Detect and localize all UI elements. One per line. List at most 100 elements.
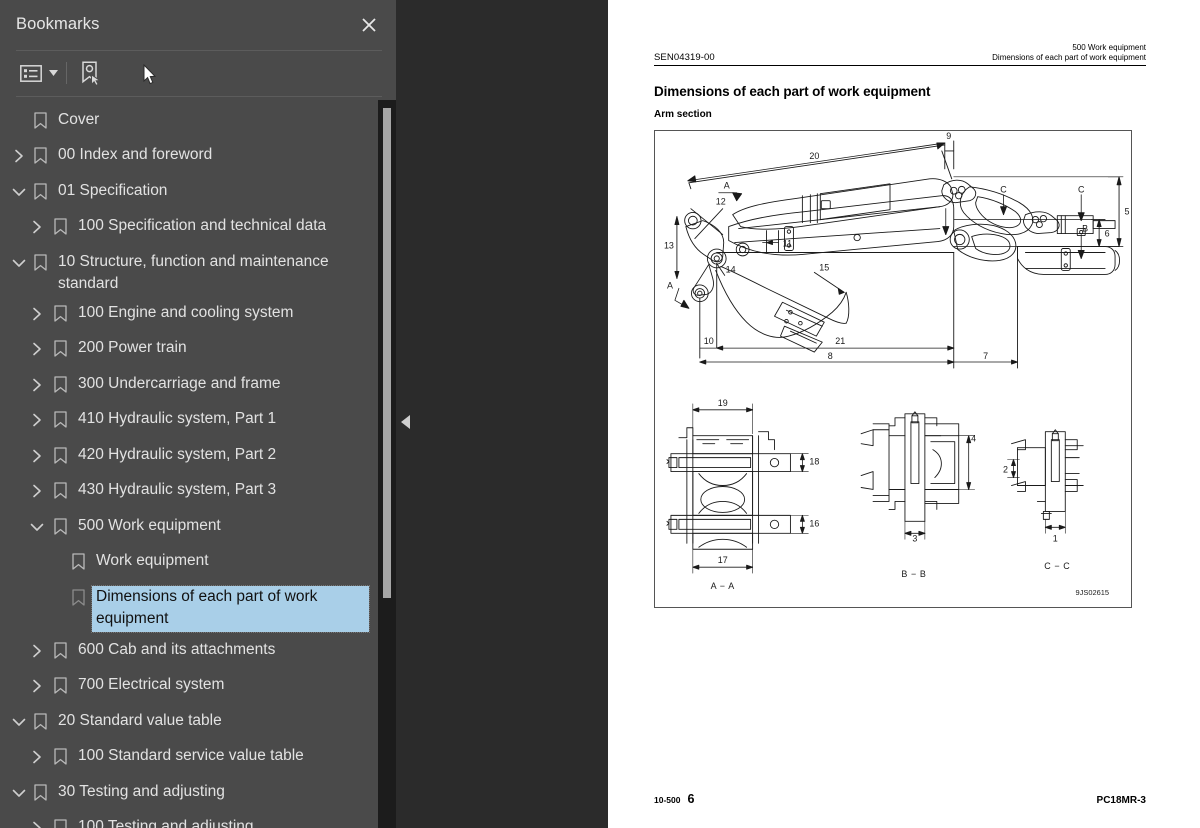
page-content: SEN04319-00 500 Work equipment Dimension… [654,40,1146,608]
chevron-down-icon[interactable] [46,60,60,86]
bookmark-item-label: 100 Specification and technical data [78,217,327,235]
page-footer: 10-500 6 PC18MR-3 [654,792,1146,806]
bookmark-item-label: 410 Hydraulic system, Part 1 [78,410,277,428]
section-label-bb: B − B [901,569,926,579]
chevron-down-icon[interactable] [29,519,45,535]
viewer-left-gutter [396,0,608,828]
callout-2: 2 [1003,465,1008,475]
bookmarks-tree[interactable]: Cover 00 Index and foreword 01 Specificati… [0,97,396,828]
page-title: Dimensions of each part of work equipmen… [654,84,931,99]
bookmark-item-label: 430 Hydraulic system, Part 3 [78,481,277,499]
bookmark-icon [54,447,68,465]
chevron-right-icon[interactable] [29,820,45,828]
bookmark-item-label: 100 Engine and cooling system [78,303,294,321]
chevron-right-icon[interactable] [11,148,27,164]
list-options-icon[interactable] [16,60,46,86]
bookmark-icon [34,112,48,130]
bookmark-item[interactable]: 100 Specification and technical data [0,208,396,244]
bookmarks-panel-header: Bookmarks [0,0,396,50]
bookmark-item[interactable]: Work equipment [0,543,396,579]
bookmarks-panel-title: Bookmarks [16,15,100,34]
chevron-right-icon[interactable] [29,377,45,393]
bookmarks-scrollbar-track[interactable] [378,100,396,828]
callout-9: 9 [946,131,951,141]
bookmark-icon [34,183,48,201]
bookmark-item-label: 700 Electrical system [78,676,225,694]
bookmarks-scrollbar-thumb[interactable] [383,108,391,598]
chevron-right-icon[interactable] [29,412,45,428]
section-label-cc: C − C [1044,561,1070,571]
bookmark-icon [54,411,68,429]
bookmark-item-label: 20 Standard value table [58,711,222,729]
chevron-right-icon[interactable] [29,448,45,464]
bookmark-item[interactable]: 430 Hydraulic system, Part 3 [0,472,396,508]
figure-id: 9JS02615 [1076,588,1110,597]
pdf-reader-window: Bookmarks Cover 00 Index and foreword 01… [0,0,1200,828]
bookmark-item[interactable]: Cover [0,102,396,138]
bookmark-item[interactable]: 200 Power train [0,330,396,366]
close-icon[interactable] [356,12,382,38]
bookmark-item-label: 30 Testing and adjusting [58,782,225,800]
bookmark-item-label: 500 Work equipment [78,516,221,534]
bookmark-item[interactable]: 100 Engine and cooling system [0,295,396,331]
bookmark-icon [54,748,68,766]
bookmark-item[interactable]: 10 Structure, function and maintenance s… [0,244,396,295]
chevron-right-icon[interactable] [29,306,45,322]
bookmark-item[interactable]: 100 Testing and adjusting [0,809,396,828]
footer-section-number: 10-500 [654,795,681,805]
callout-1: 1 [1053,533,1058,543]
chevron-right-icon[interactable] [29,643,45,659]
chevron-right-icon[interactable] [29,341,45,357]
bookmark-item-label: 01 Specification [58,181,168,199]
bookmark-item-label: 300 Undercarriage and frame [78,374,281,392]
callout-6: 6 [1105,229,1110,239]
bookmark-icon [54,305,68,323]
bookmark-item[interactable]: 20 Standard value table [0,703,396,739]
bookmark-icon [54,218,68,236]
chevron-right-icon[interactable] [29,219,45,235]
collapse-left-arrow-icon[interactable] [398,413,414,431]
footer-page-number: 6 [687,792,695,806]
bookmark-item[interactable]: 700 Electrical system [0,667,396,703]
bookmark-icon [34,147,48,165]
bookmark-icon [54,340,68,358]
bookmark-item[interactable]: 410 Hydraulic system, Part 1 [0,401,396,437]
bookmark-item[interactable]: 100 Standard service value table [0,738,396,774]
bookmark-item[interactable]: 01 Specification [0,173,396,209]
chevron-down-icon[interactable] [11,184,27,200]
bookmark-item[interactable]: 420 Hydraulic system, Part 2 [0,437,396,473]
chevron-down-icon[interactable] [11,785,27,801]
new-bookmark-icon[interactable] [76,59,106,87]
callout-19: 19 [718,398,728,408]
callout-11: 11 [783,239,792,249]
document-viewer[interactable]: SEN04319-00 500 Work equipment Dimension… [608,0,1200,828]
bookmark-item[interactable]: 500 Work equipment [0,508,396,544]
callout-21: 21 [835,336,845,346]
callout-3: 3 [912,533,917,543]
callout-5: 5 [1125,207,1130,217]
header-right-block: 500 Work equipment Dimensions of each pa… [992,43,1146,63]
bookmark-item-label: 100 Testing and adjusting [78,818,254,828]
bookmark-item-label: 00 Index and foreword [58,146,213,164]
bookmark-item-label: 200 Power train [78,339,187,357]
callout-A-bottom: A [667,280,673,290]
bookmark-item[interactable]: 300 Undercarriage and frame [0,366,396,402]
chevron-right-icon[interactable] [29,749,45,765]
bookmark-item[interactable]: 600 Cab and its attachments [0,632,396,668]
bookmark-item-selected[interactable]: Dimensions of each part of work equipmen… [0,579,396,633]
pdf-page: SEN04319-00 500 Work equipment Dimension… [608,0,1200,828]
callout-20: 20 [809,151,819,161]
callout-14: 14 [726,264,736,274]
technical-drawing-figure: 20 9 A 12 C C 5 6 B 13 11 A 14 15 10 21 … [654,130,1132,608]
chevron-right-icon[interactable] [29,678,45,694]
chevron-right-icon[interactable] [29,483,45,499]
bookmark-item[interactable]: 00 Index and foreword [0,137,396,173]
chevron-down-icon[interactable] [11,714,27,730]
bookmark-item[interactable]: 30 Testing and adjusting [0,774,396,810]
page-running-header: SEN04319-00 500 Work equipment Dimension… [654,40,1146,66]
chevron-down-icon[interactable] [11,255,27,271]
bookmark-icon [54,677,68,695]
callout-C-right: C [1078,185,1085,195]
header-section-title: 500 Work equipment [1072,43,1146,52]
callout-18: 18 [809,457,819,467]
